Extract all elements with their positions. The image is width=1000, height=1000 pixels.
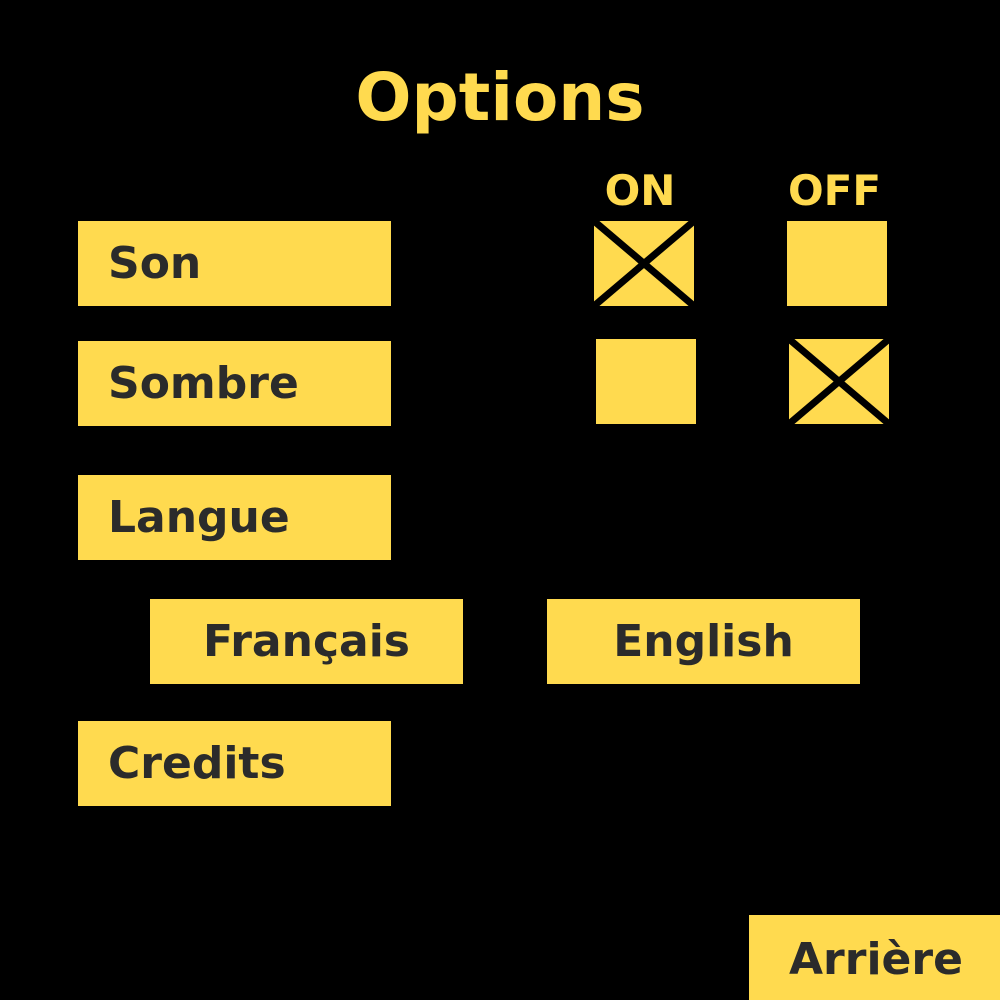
son-off-checkbox[interactable] [787,221,887,306]
language-francais-button[interactable]: Français [150,599,463,684]
x-mark-icon [594,221,694,306]
sombre-label-button[interactable]: Sombre [78,341,391,426]
sombre-on-checkbox[interactable] [596,339,696,424]
language-english-button[interactable]: English [547,599,860,684]
column-header-off: OFF [787,166,882,215]
langue-label-button[interactable]: Langue [78,475,391,560]
back-button[interactable]: Arrière [749,915,1000,1000]
options-title: Options [355,59,645,136]
column-header-on: ON [604,166,676,215]
credits-button[interactable]: Credits [78,721,391,806]
x-mark-icon [789,339,889,424]
sombre-off-checkbox[interactable] [789,339,889,424]
son-label-button[interactable]: Son [78,221,391,306]
son-on-checkbox[interactable] [594,221,694,306]
